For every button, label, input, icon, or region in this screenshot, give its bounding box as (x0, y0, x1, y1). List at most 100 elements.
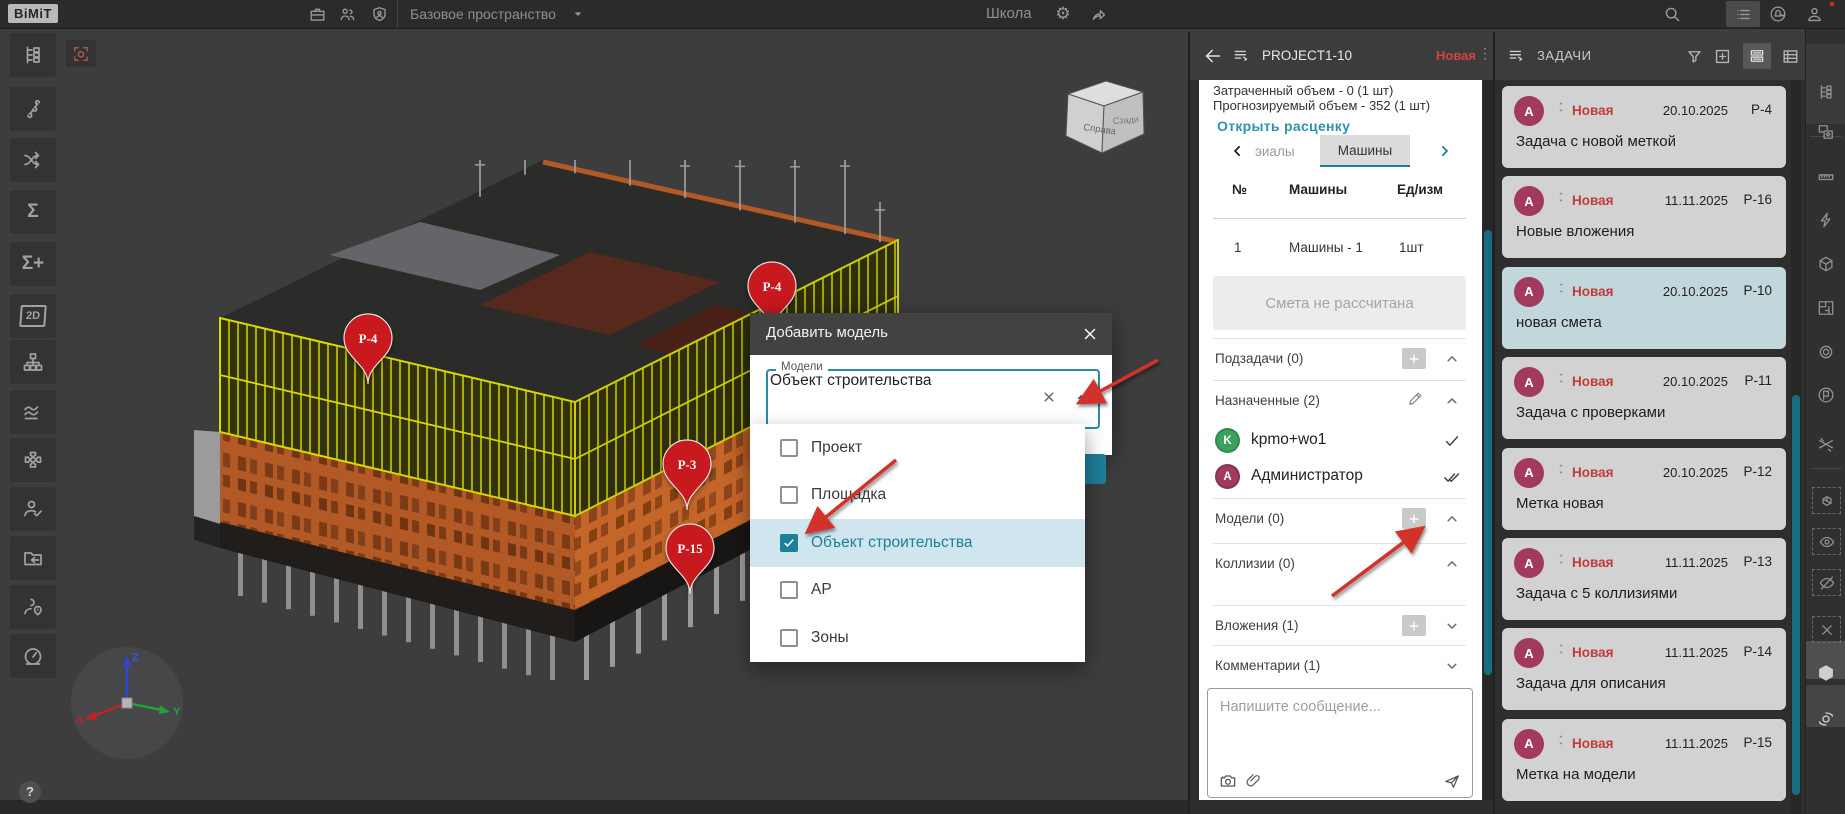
workspace-caret-icon[interactable] (568, 4, 588, 24)
axis-gizmo[interactable]: Z X Y (68, 644, 186, 762)
tabs-next-icon[interactable] (1435, 142, 1453, 160)
tasks-list-icon[interactable] (1507, 46, 1527, 66)
assignee-row[interactable]: AАдминистратор (1215, 461, 1464, 493)
task-card[interactable]: A Новая 20.10.2025 P-12 Метка новая (1502, 448, 1786, 530)
sum-icon[interactable]: Σ (10, 190, 56, 234)
checkbox-icon[interactable] (780, 439, 798, 457)
task-list-icon[interactable] (1232, 46, 1252, 66)
chevron-down-icon[interactable] (1442, 616, 1462, 636)
tree-icon[interactable] (1810, 76, 1842, 108)
paperclip-icon[interactable] (1244, 771, 1264, 791)
isolate-cube-icon[interactable] (1812, 487, 1841, 514)
task-status-badge[interactable]: Новая (1436, 48, 1476, 63)
trend-chart-icon[interactable] (10, 390, 56, 434)
ruler-icon[interactable] (1810, 161, 1842, 193)
chevron-up-icon[interactable] (1442, 349, 1462, 369)
task-card[interactable]: A Новая 20.10.2025 P-10 новая смета (1502, 267, 1786, 349)
focus-target-icon[interactable] (66, 40, 96, 67)
share-icon[interactable] (1088, 4, 1108, 24)
dropdown-option[interactable]: Зоны (750, 614, 1085, 662)
back-arrow-icon[interactable] (1202, 45, 1224, 67)
notifications-icon[interactable] (1768, 4, 1788, 24)
select-object-icon[interactable] (1810, 116, 1842, 148)
user-check-icon[interactable] (10, 487, 56, 531)
open-rate-link[interactable]: Открыть расценку (1217, 118, 1350, 134)
models-select-field[interactable] (766, 369, 1100, 429)
floorplan-icon[interactable] (1810, 292, 1842, 324)
task-card[interactable]: A Новая 11.11.2025 P-15 Метка на модели (1502, 719, 1786, 801)
list-view-icon[interactable] (1726, 1, 1760, 27)
send-icon[interactable] (1442, 771, 1462, 791)
show-eye-icon[interactable] (1812, 528, 1841, 555)
compare-lines-icon[interactable] (1810, 428, 1842, 460)
profile-icon[interactable] (1804, 4, 1824, 24)
add-icon[interactable] (1402, 615, 1426, 636)
chevron-up-icon[interactable] (1442, 554, 1462, 574)
gauge-icon[interactable] (10, 634, 56, 678)
sum-add-icon[interactable]: Σ+ (10, 242, 56, 286)
message-input[interactable] (1218, 697, 1462, 763)
sitemap-icon[interactable] (10, 340, 56, 384)
task-card[interactable]: A Новая 11.11.2025 P-13 Задача с 5 колли… (1502, 538, 1786, 620)
dropdown-option[interactable]: Площадка (750, 472, 1085, 520)
kebab-menu-icon[interactable]: ⋮ (1478, 45, 1492, 62)
checkbox-icon[interactable] (780, 581, 798, 599)
map-pin-marker[interactable]: P-4 (340, 312, 396, 386)
caret-up-icon[interactable] (1072, 388, 1092, 408)
dropdown-option[interactable]: АР (750, 567, 1085, 615)
dropdown-option[interactable]: Объект строительства (750, 519, 1085, 567)
map-pin-marker[interactable]: P-15 (662, 522, 718, 596)
section-cube-icon[interactable] (1810, 248, 1842, 280)
models-select-input[interactable] (768, 371, 1012, 391)
tab-machines[interactable]: Машины (1320, 135, 1410, 167)
table-view-icon[interactable] (1779, 45, 1801, 67)
task-card[interactable]: A Новая 20.10.2025 P-4 Задача с новой ме… (1502, 86, 1786, 168)
workspace-selector[interactable]: Базовое пространство (410, 6, 556, 22)
tabs-prev-icon[interactable] (1229, 142, 1247, 160)
view-cube[interactable]: Справа Сзади (1056, 72, 1152, 160)
locate-icon[interactable] (1810, 336, 1842, 368)
team-icon[interactable] (337, 4, 357, 24)
chevron-up-icon[interactable] (1442, 509, 1462, 529)
chevron-down-icon[interactable] (1442, 656, 1462, 676)
tasks-scroll-thumb[interactable] (1792, 395, 1800, 795)
add-icon[interactable] (1402, 508, 1426, 529)
help-button[interactable]: ? (19, 781, 41, 803)
checkbox-icon[interactable] (780, 486, 798, 504)
model-tree-icon[interactable] (10, 33, 56, 77)
user-location-icon[interactable] (10, 585, 56, 629)
camera-icon[interactable] (1218, 771, 1238, 791)
orbit-icon[interactable] (1810, 703, 1842, 735)
graph-nodes-icon[interactable] (10, 87, 56, 131)
tab-materials-partial[interactable]: эиалы (1255, 144, 1295, 159)
flash-icon[interactable] (1810, 204, 1842, 236)
close-icon[interactable] (1078, 322, 1102, 346)
search-icon[interactable] (1662, 4, 1682, 24)
folder-share-icon[interactable] (10, 536, 56, 580)
map-pin-marker[interactable]: P-3 (659, 438, 715, 512)
settings-gear-icon[interactable]: ⚙ (1053, 4, 1073, 24)
chevron-up-icon[interactable] (1442, 391, 1462, 411)
dropdown-option[interactable]: Проект (750, 424, 1085, 472)
add-icon[interactable] (1402, 348, 1426, 369)
clear-icon[interactable] (1040, 388, 1060, 408)
project-scroll-thumb[interactable] (1484, 230, 1492, 675)
checkbox-icon[interactable] (780, 629, 798, 647)
flag-icon[interactable] (1810, 379, 1842, 411)
task-card[interactable]: A Новая 11.11.2025 P-14 Задача для описа… (1502, 628, 1786, 710)
hide-eye-icon[interactable] (1812, 569, 1841, 596)
rows-view-icon[interactable] (1743, 43, 1771, 69)
app-logo[interactable]: BiMiT (8, 4, 58, 23)
checkbox-checked-icon[interactable] (780, 534, 798, 552)
filter-icon[interactable] (1683, 45, 1705, 67)
task-card[interactable]: A Новая 20.10.2025 P-11 Задача с проверк… (1502, 357, 1786, 439)
assignee-row[interactable]: Kkpmo+wo1 (1215, 425, 1464, 457)
account-shield-icon[interactable] (369, 4, 389, 24)
solid-cube-icon[interactable] (1810, 657, 1842, 689)
plugin-puzzle-icon[interactable] (10, 438, 56, 482)
task-card[interactable]: A Новая 11.11.2025 P-16 Новые вложения (1502, 176, 1786, 258)
briefcase-icon[interactable] (307, 4, 327, 24)
sheet-2d-icon[interactable]: 2D (10, 294, 56, 338)
clear-selection-icon[interactable] (1812, 616, 1841, 643)
add-task-icon[interactable] (1711, 45, 1733, 67)
